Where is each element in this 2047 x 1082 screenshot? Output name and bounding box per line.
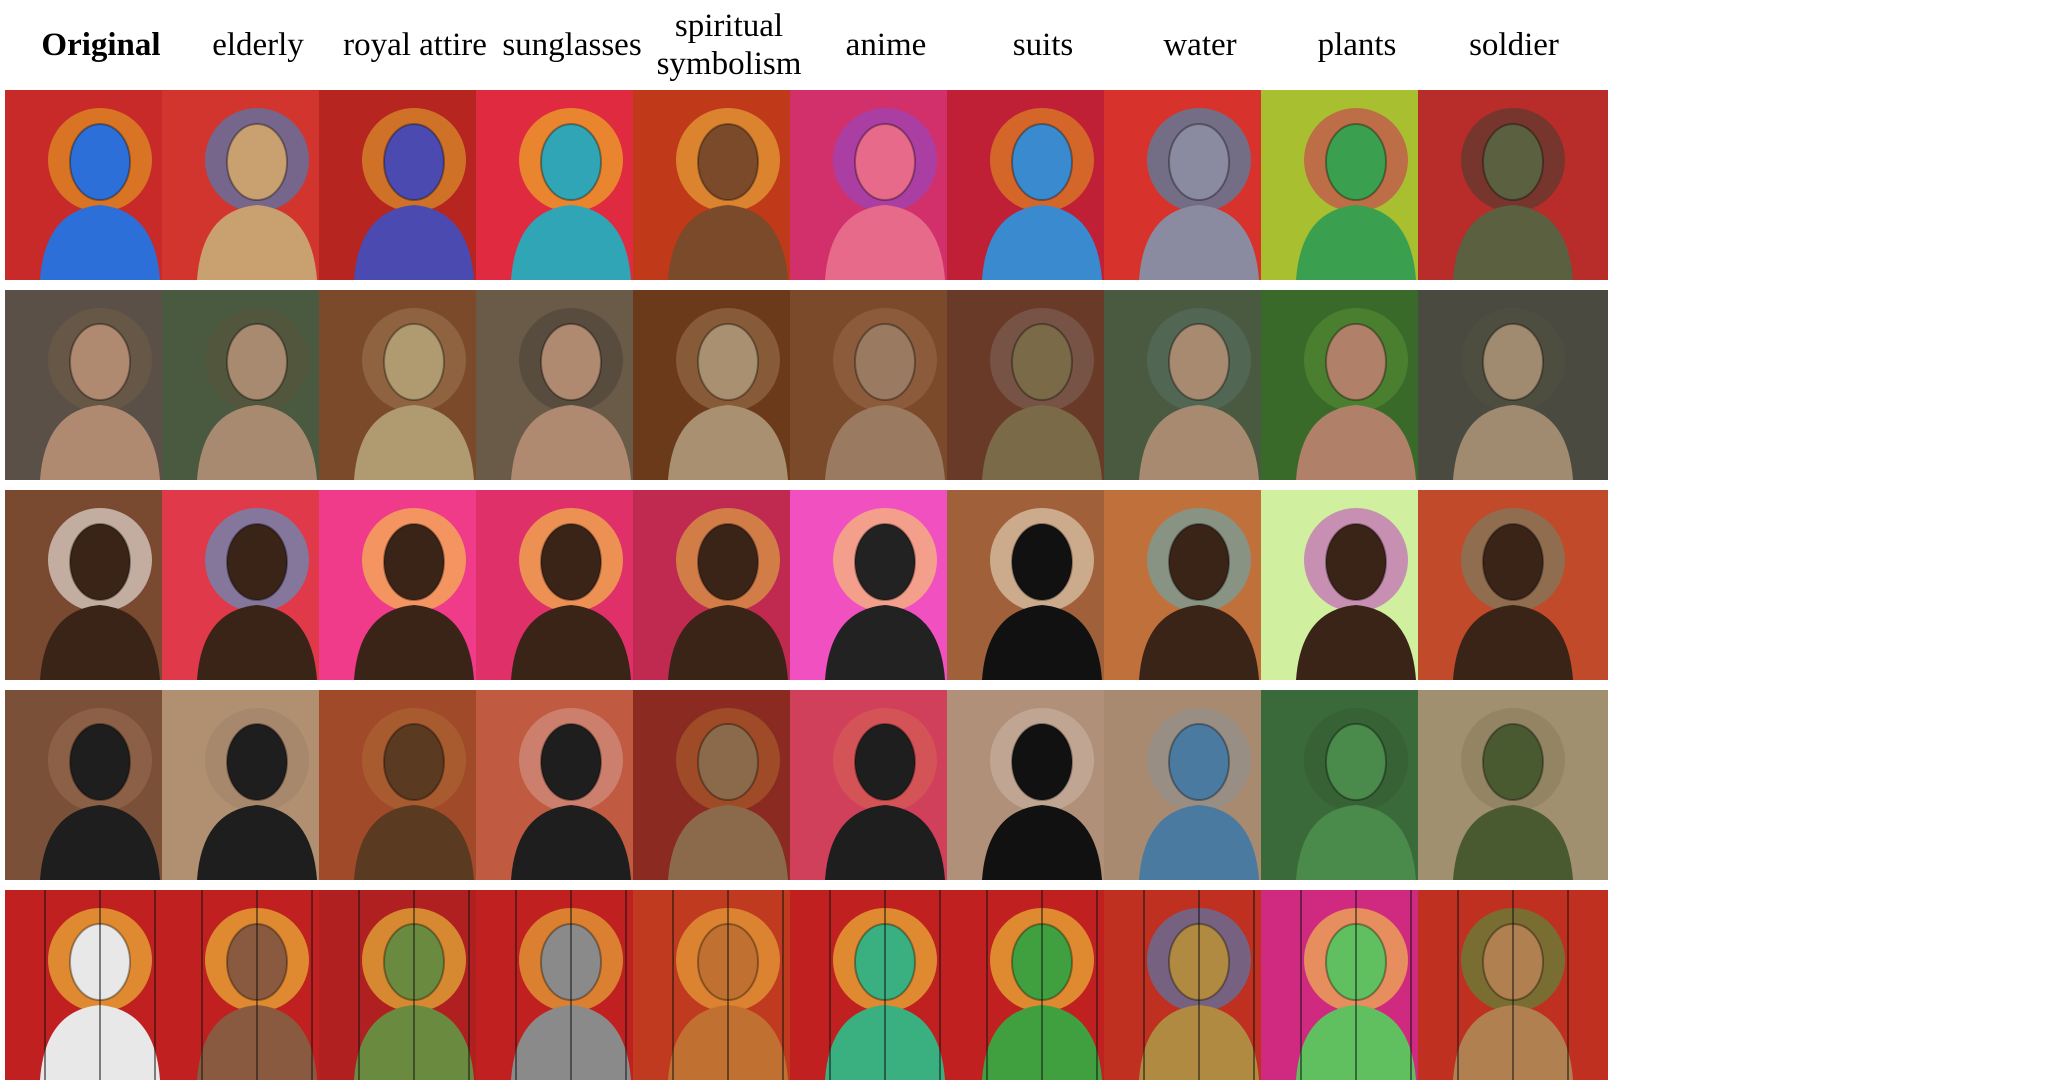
tile-figure-head — [854, 323, 916, 401]
tile-image — [1418, 490, 1608, 680]
tile-figure-head — [226, 323, 288, 401]
tile-figure-head — [540, 523, 602, 601]
tile-figure-head — [1011, 123, 1073, 201]
tile-figure-head — [1168, 123, 1230, 201]
tile-figure-head — [226, 523, 288, 601]
image-tile-r2-c9 — [1418, 490, 1608, 680]
tile-figure-head — [697, 723, 759, 801]
tile-figure-head — [226, 723, 288, 801]
image-tile-r0-c9 — [1418, 90, 1608, 280]
tile-figure-head — [697, 323, 759, 401]
image-tile-r1-c9 — [1418, 290, 1608, 480]
tile-figure-head — [1011, 323, 1073, 401]
tile-figure-head — [1325, 523, 1387, 601]
tile-figure-head — [383, 723, 445, 801]
tile-figure-head — [1168, 523, 1230, 601]
tile-figure-head — [1011, 723, 1073, 801]
tile-figure-head — [383, 523, 445, 601]
tile-figure-head — [69, 123, 131, 201]
column-header-row: Original elderly royal attire sunglasses spi… — [0, 0, 2047, 90]
image-tile-r4-c9 — [1418, 890, 1608, 1080]
tile-figure-head — [697, 523, 759, 601]
tile-figure-head — [1482, 723, 1544, 801]
tile-figure-head — [1168, 323, 1230, 401]
tile-figure-head — [1325, 723, 1387, 801]
tile-figure-head — [697, 123, 759, 201]
tile-figure-head — [1168, 723, 1230, 801]
tile-image — [1418, 690, 1608, 880]
tile-figure-head — [383, 123, 445, 201]
tile-figure-head — [540, 723, 602, 801]
tile-figure-head — [69, 323, 131, 401]
tile-figure-head — [226, 123, 288, 201]
column-label-9: soldier — [1469, 27, 1559, 63]
tile-image — [1418, 890, 1608, 1080]
tile-figure-head — [1482, 323, 1544, 401]
tile-figure-head — [1482, 123, 1544, 201]
tile-image — [1418, 90, 1608, 280]
tile-figure-head — [1325, 323, 1387, 401]
image-tile-r3-c9 — [1418, 690, 1608, 880]
tile-figure-head — [540, 123, 602, 201]
tile-figure-head — [69, 723, 131, 801]
tile-figure-head — [1011, 523, 1073, 601]
tile-figure-head — [540, 323, 602, 401]
tile-figure-head — [383, 323, 445, 401]
tile-figure-head — [854, 523, 916, 601]
tile-figure-head — [1325, 123, 1387, 201]
tile-image — [1418, 290, 1608, 480]
tile-figure-head — [854, 123, 916, 201]
tile-figure-head — [1482, 523, 1544, 601]
tile-figure-head — [854, 723, 916, 801]
tile-figure-head — [69, 523, 131, 601]
